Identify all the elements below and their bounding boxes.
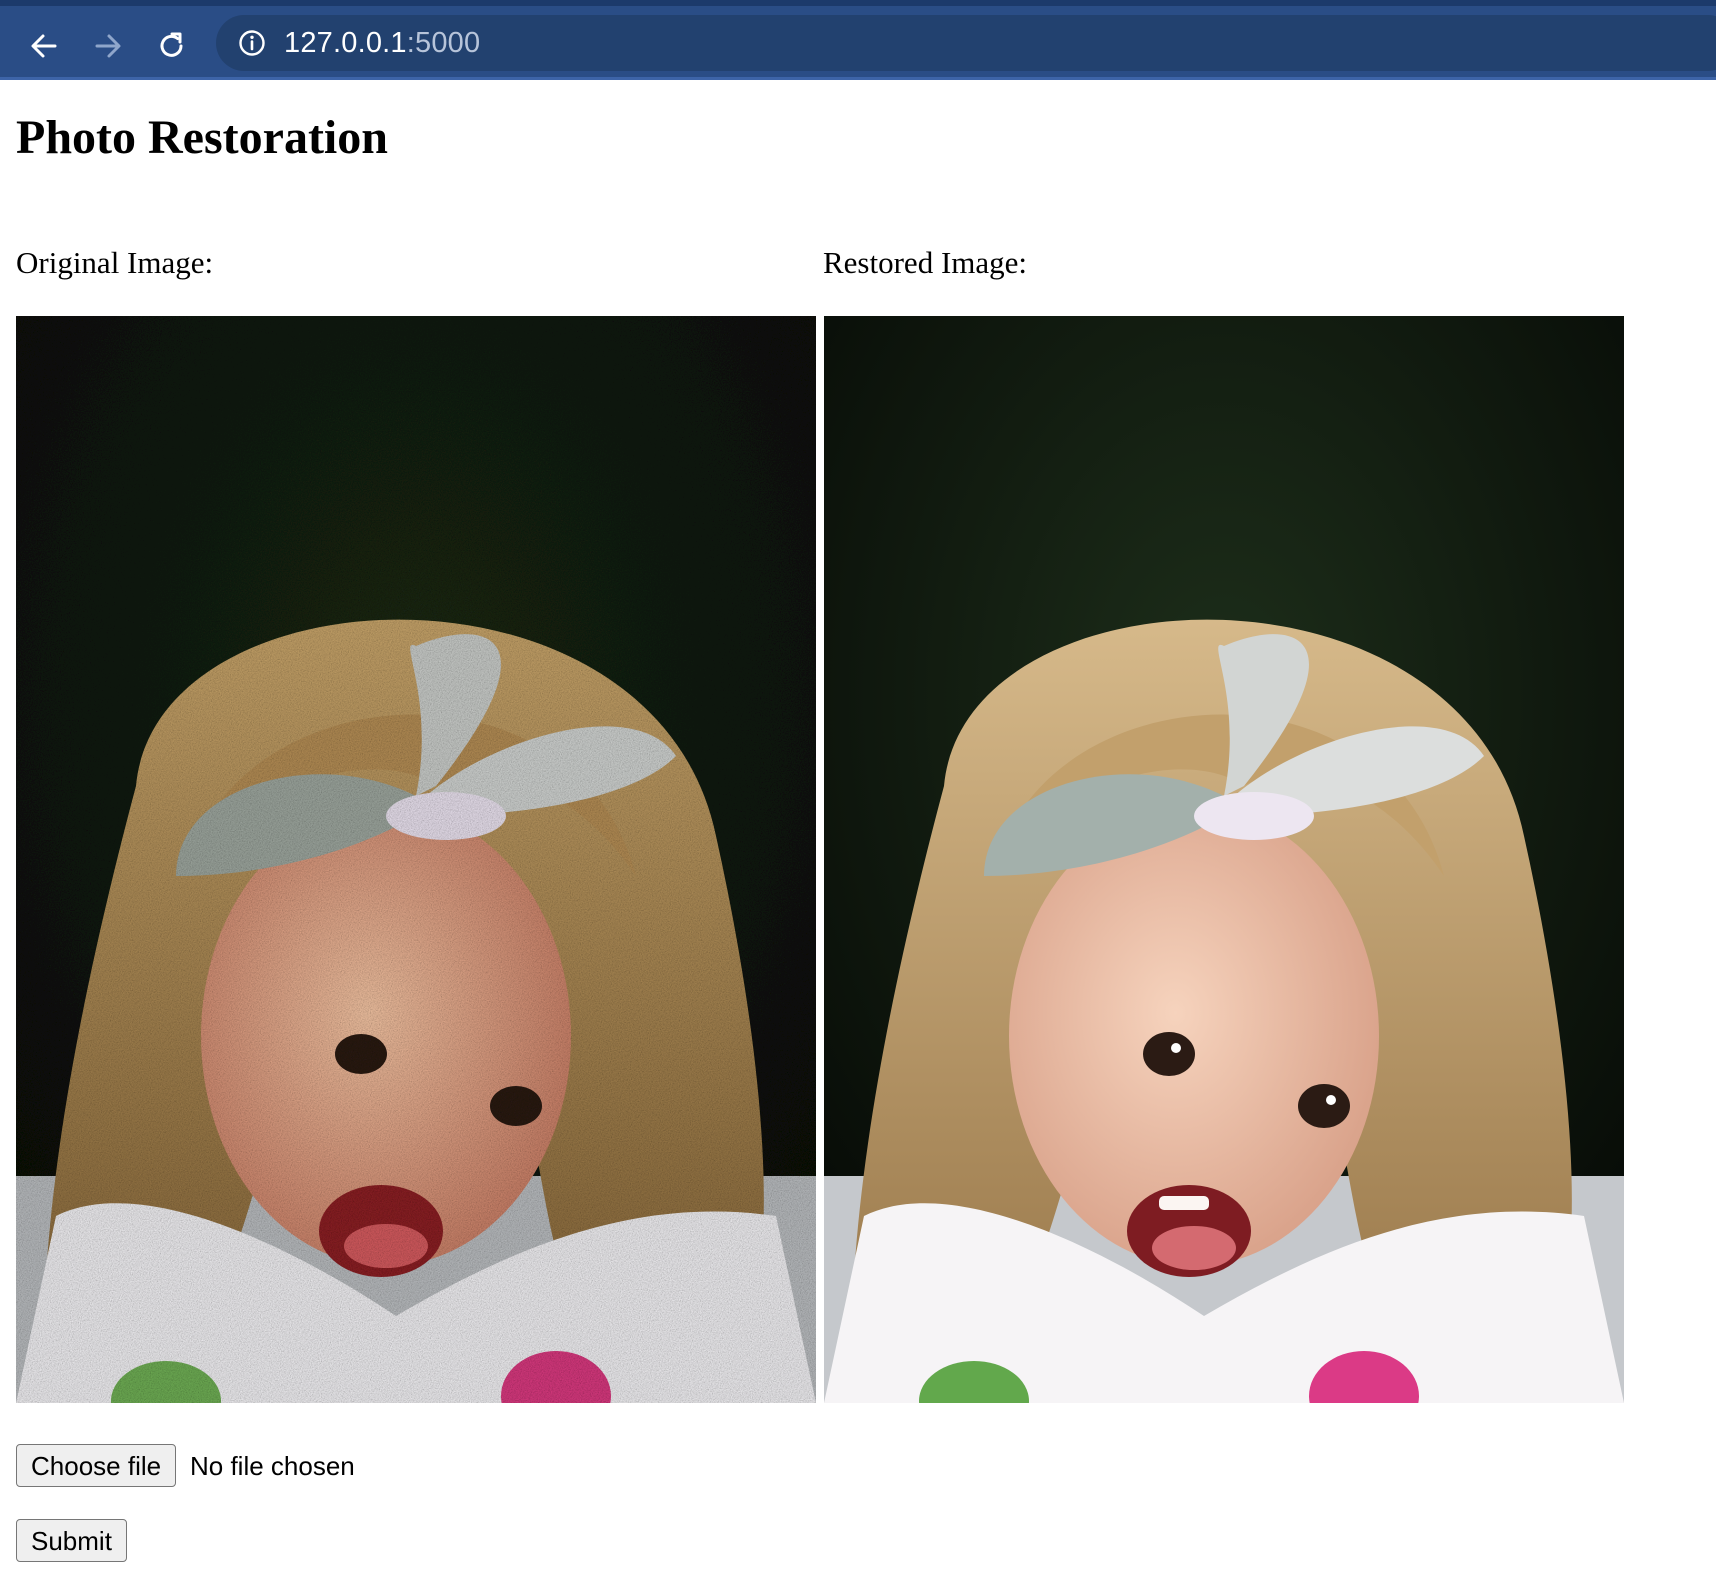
original-image-label: Original Image:	[16, 245, 214, 280]
site-info-icon[interactable]	[238, 29, 266, 57]
url-text[interactable]: 127.0.0.1:5000	[284, 15, 480, 71]
restored-image-label: Restored Image:	[823, 245, 1028, 280]
submit-button[interactable]: Submit	[16, 1519, 127, 1562]
original-image	[16, 316, 816, 1403]
reload-icon	[160, 32, 183, 57]
file-status-text: No file chosen	[190, 1451, 355, 1481]
url-port: :5000	[406, 27, 481, 59]
reload-button[interactable]	[152, 26, 192, 66]
choose-file-button[interactable]: Choose file	[16, 1444, 177, 1487]
back-button[interactable]	[24, 26, 64, 66]
page-title: Photo Restoration	[16, 111, 388, 164]
forward-button[interactable]	[88, 26, 128, 66]
url-host: 127.0.0.1	[284, 27, 407, 59]
address-bar[interactable]: 127.0.0.1:5000	[216, 15, 1716, 71]
browser-toolbar: 127.0.0.1:5000	[0, 0, 1716, 80]
back-arrow-icon	[31, 34, 57, 58]
restored-image	[824, 316, 1624, 1403]
forward-arrow-icon	[95, 34, 121, 58]
